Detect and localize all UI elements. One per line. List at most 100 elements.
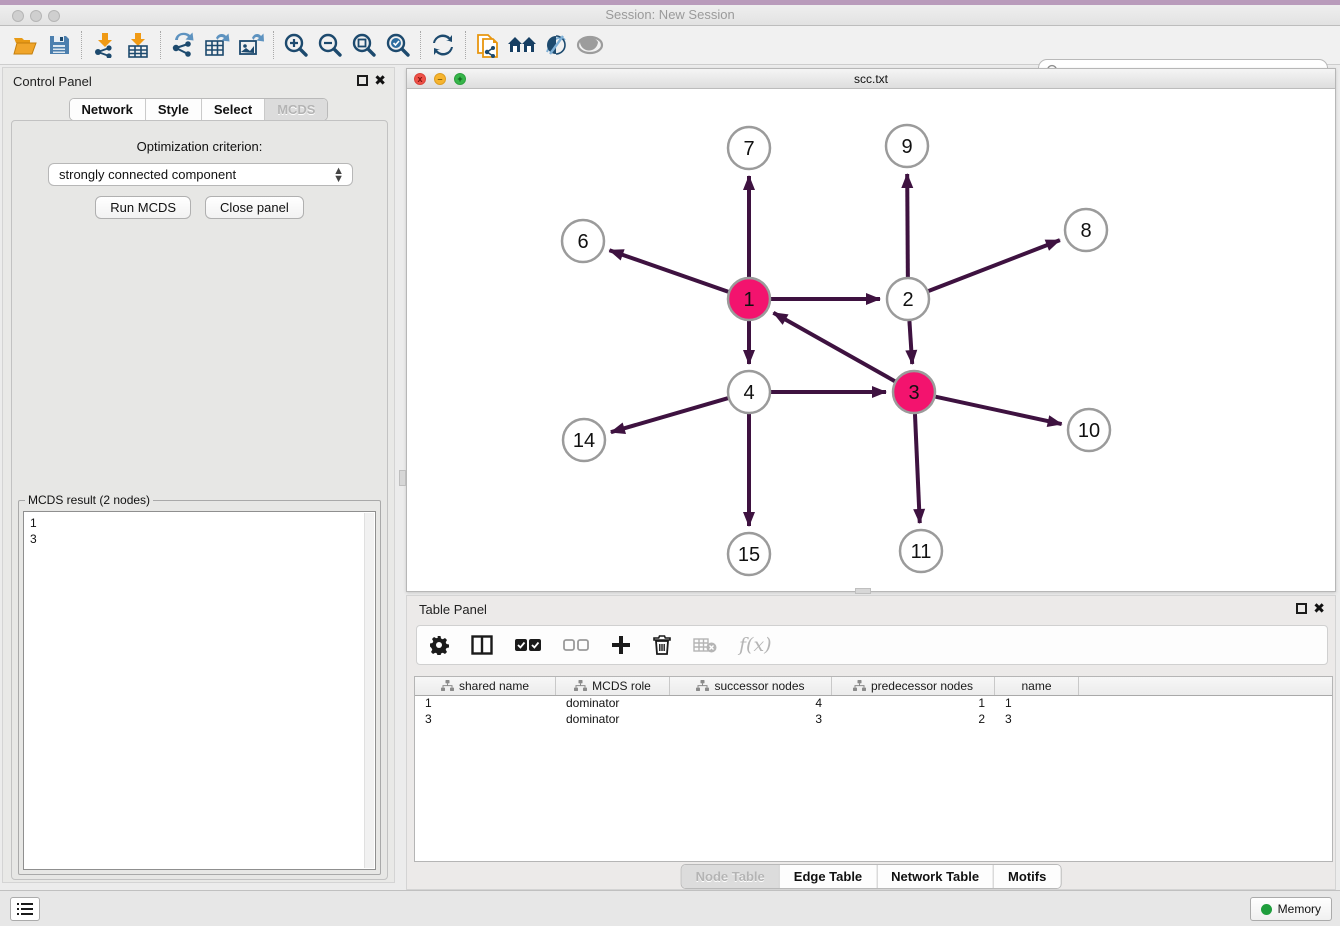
memory-button[interactable]: Memory <box>1250 897 1332 921</box>
tab-network[interactable]: Network <box>70 99 145 120</box>
table-cell[interactable]: 3 <box>995 712 1079 728</box>
table-row[interactable]: 3dominator323 <box>415 712 1332 728</box>
table-cell[interactable]: 3 <box>415 712 556 728</box>
network-window-titlebar[interactable]: x – + scc.txt <box>407 69 1335 89</box>
zoom-out-icon[interactable] <box>313 29 347 61</box>
table-cell[interactable]: dominator <box>556 696 670 712</box>
edge-3-11[interactable] <box>915 414 920 523</box>
show-graphics-icon[interactable] <box>573 29 607 61</box>
edge-2-8[interactable] <box>929 240 1060 291</box>
table-panel: Table Panel ✖ f(x) shared nameMCDS roles… <box>406 595 1336 890</box>
edge-2-3[interactable] <box>909 321 912 364</box>
deselect-all-columns-icon[interactable] <box>563 638 589 652</box>
node-table[interactable]: shared nameMCDS rolesuccessor nodesprede… <box>414 676 1333 862</box>
result-scrollbar[interactable] <box>364 513 374 868</box>
main-toolbar <box>0 26 1340 65</box>
node-table-header: shared nameMCDS rolesuccessor nodesprede… <box>415 677 1332 696</box>
control-panel-header: Control Panel ✖ <box>3 68 394 94</box>
network-view-window: x – + scc.txt 7968124314101511 <box>406 68 1336 592</box>
table-panel-tabs: Node TableEdge TableNetwork TableMotifs <box>681 864 1062 889</box>
tab-node-table[interactable]: Node Table <box>682 865 779 888</box>
import-table-icon[interactable] <box>121 29 155 61</box>
toolbar-separator <box>465 31 466 59</box>
list-icon <box>16 902 34 916</box>
node-label-2: 2 <box>902 289 913 311</box>
titlebar-accent <box>0 0 1340 5</box>
table-splitter-grip[interactable] <box>855 588 871 594</box>
show-columns-icon[interactable] <box>471 635 493 655</box>
home-icon[interactable] <box>505 29 539 61</box>
zoom-selected-icon[interactable] <box>381 29 415 61</box>
add-column-icon[interactable] <box>611 635 631 655</box>
tab-edge-table[interactable]: Edge Table <box>779 865 876 888</box>
network-from-selection-icon[interactable] <box>471 29 505 61</box>
criterion-select[interactable]: strongly connected component ▲▼ <box>48 163 353 186</box>
table-panel-title: Table Panel <box>419 602 487 617</box>
refresh-layout-icon[interactable] <box>426 29 460 61</box>
float-panel-icon[interactable] <box>357 75 368 86</box>
table-cell[interactable]: 3 <box>670 712 832 728</box>
table-row[interactable]: 1dominator411 <box>415 696 1332 712</box>
control-panel-tabs: NetworkStyleSelectMCDS <box>69 98 329 121</box>
task-history-button[interactable] <box>10 897 40 921</box>
table-cell[interactable]: 2 <box>832 712 995 728</box>
network-graph[interactable]: 7968124314101511 <box>407 89 1335 591</box>
table-cell[interactable]: 1 <box>832 696 995 712</box>
edge-4-14[interactable] <box>611 398 728 432</box>
open-session-icon[interactable] <box>8 29 42 61</box>
delete-table-icon[interactable] <box>693 637 717 653</box>
export-table-icon[interactable] <box>200 29 234 61</box>
zoom-in-icon[interactable] <box>279 29 313 61</box>
delete-column-icon[interactable] <box>653 635 671 655</box>
select-all-columns-icon[interactable] <box>515 638 541 652</box>
column-header-successor-nodes[interactable]: successor nodes <box>670 677 832 695</box>
tab-motifs[interactable]: Motifs <box>993 865 1060 888</box>
export-network-icon[interactable] <box>166 29 200 61</box>
node-label-6: 6 <box>577 231 588 253</box>
network-window-title: scc.txt <box>407 72 1335 86</box>
function-builder-icon[interactable]: f(x) <box>739 634 772 656</box>
window-title: Session: New Session <box>0 7 1340 22</box>
close-panel-icon[interactable]: ✖ <box>374 72 386 89</box>
settings-icon[interactable] <box>429 635 449 655</box>
mcds-result-line: 3 <box>30 531 369 547</box>
edge-3-1[interactable] <box>773 313 894 381</box>
mcds-panel: Optimization criterion: strongly connect… <box>11 120 388 880</box>
close-table-panel-icon[interactable]: ✖ <box>1313 600 1325 617</box>
edge-2-9[interactable] <box>907 174 908 277</box>
control-panel: Control Panel ✖ NetworkStyleSelectMCDS O… <box>2 67 395 883</box>
table-cell[interactable]: 1 <box>995 696 1079 712</box>
edge-3-10[interactable] <box>935 397 1061 424</box>
table-cell[interactable]: 1 <box>415 696 556 712</box>
table-cell[interactable]: 4 <box>670 696 832 712</box>
mcds-result-line: 1 <box>30 515 369 531</box>
import-network-icon[interactable] <box>87 29 121 61</box>
column-header-name[interactable]: name <box>995 677 1079 695</box>
tab-select[interactable]: Select <box>201 99 264 120</box>
edge-1-6[interactable] <box>609 250 728 292</box>
float-table-panel-icon[interactable] <box>1296 603 1307 614</box>
node-label-1: 1 <box>743 289 754 311</box>
tab-network-table[interactable]: Network Table <box>876 865 993 888</box>
panel-splitter-grip[interactable] <box>399 470 406 486</box>
zoom-fit-icon[interactable] <box>347 29 381 61</box>
toolbar-separator <box>273 31 274 59</box>
status-bar: Memory <box>0 890 1340 926</box>
save-session-icon[interactable] <box>42 29 76 61</box>
tab-style[interactable]: Style <box>145 99 201 120</box>
table-cell[interactable]: dominator <box>556 712 670 728</box>
run-mcds-button[interactable]: Run MCDS <box>95 196 191 219</box>
export-image-icon[interactable] <box>234 29 268 61</box>
mcds-result-list[interactable]: 13 <box>23 511 376 870</box>
toolbar-separator <box>420 31 421 59</box>
network-canvas[interactable]: 7968124314101511 <box>407 89 1335 591</box>
column-header-predecessor-nodes[interactable]: predecessor nodes <box>832 677 995 695</box>
column-header-shared-name[interactable]: shared name <box>415 677 556 695</box>
column-header-MCDS-role[interactable]: MCDS role <box>556 677 670 695</box>
tab-mcds[interactable]: MCDS <box>264 99 327 120</box>
toolbar-separator <box>160 31 161 59</box>
node-label-4: 4 <box>743 382 754 404</box>
hide-details-icon[interactable] <box>539 29 573 61</box>
node-label-10: 10 <box>1078 420 1100 442</box>
close-panel-button[interactable]: Close panel <box>205 196 304 219</box>
